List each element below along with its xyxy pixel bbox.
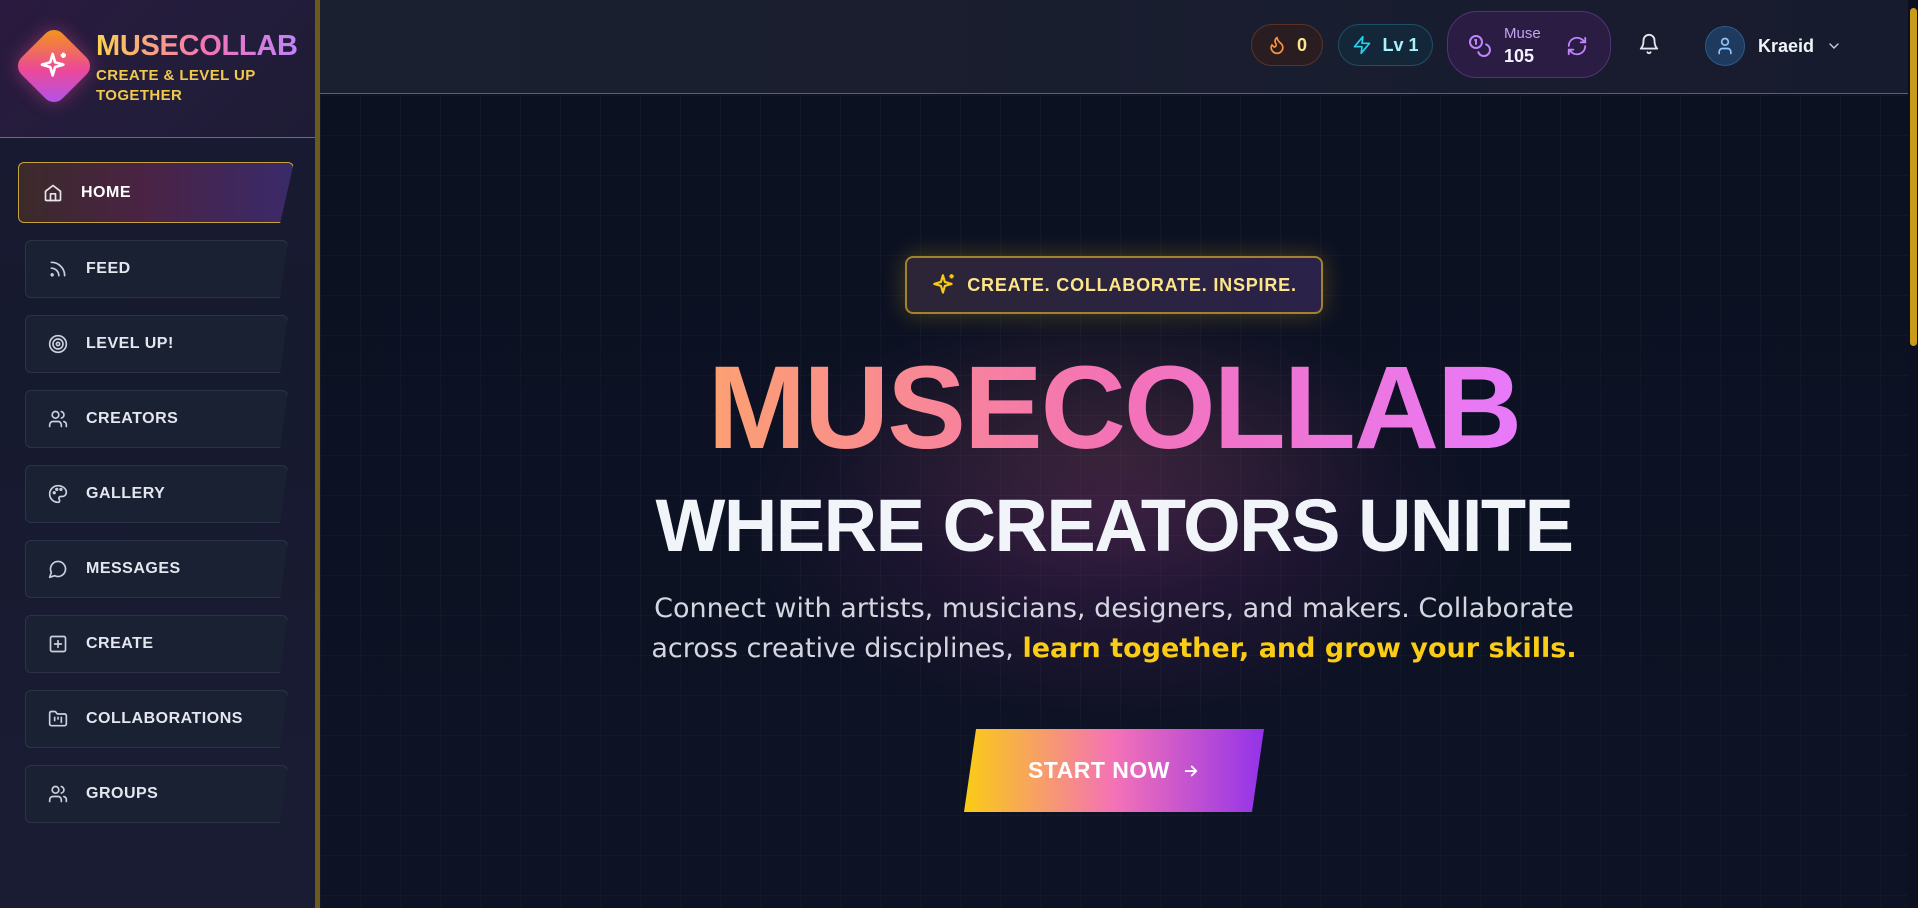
streak-badge[interactable]: 0: [1251, 24, 1323, 66]
start-now-button[interactable]: START NOW: [964, 729, 1264, 812]
avatar: [1705, 26, 1745, 66]
scrollbar-thumb[interactable]: [1910, 8, 1917, 346]
hero-description: Connect with artists, musicians, designe…: [620, 589, 1608, 669]
brand-header[interactable]: MUSECOLLAB CREATE & LEVEL UP TOGETHER: [0, 0, 315, 138]
user-icon: [1718, 37, 1732, 55]
logo-mark: [12, 24, 96, 108]
user-name: Kraeid: [1758, 35, 1815, 56]
message-circle-icon: [48, 560, 67, 579]
sidebar-item-creators[interactable]: CREATORS: [25, 390, 288, 448]
brand-tagline: CREATE & LEVEL UP TOGETHER: [96, 67, 256, 104]
sparkles-icon: [40, 52, 66, 77]
sidebar-item-label: LEVEL UP!: [86, 335, 174, 352]
coins-icon: [1469, 35, 1491, 57]
refresh-icon[interactable]: [1566, 35, 1588, 57]
sidebar-item-label: CREATE: [86, 635, 154, 652]
sidebar-item-level-up[interactable]: LEVEL UP!: [25, 315, 288, 373]
zap-icon: [1354, 35, 1371, 55]
brand-name: MUSECOLLAB: [96, 30, 298, 62]
user-menu[interactable]: Kraeid: [1705, 25, 1842, 67]
rss-icon: [50, 261, 66, 277]
chevron-down-icon: [1829, 43, 1839, 49]
sidebar-nav: HOME FEED LEVEL UP! CREATORS GALLERY MES…: [18, 162, 294, 840]
arrow-right-icon: [1184, 765, 1198, 776]
hero-title: MUSECOLLAB: [320, 343, 1908, 473]
sidebar-item-gallery[interactable]: GALLERY: [25, 465, 288, 523]
home-icon: [44, 184, 62, 201]
streak-count: 0: [1296, 34, 1307, 55]
start-now-label: START NOW: [1027, 757, 1171, 783]
sidebar: MUSECOLLAB CREATE & LEVEL UP TOGETHER HO…: [0, 0, 320, 908]
sidebar-item-groups[interactable]: GROUPS: [25, 765, 288, 823]
palette-icon: [48, 484, 68, 504]
hero-section: CREATE. COLLABORATE. INSPIRE. MUSECOLLAB…: [320, 95, 1908, 908]
sidebar-item-label: CREATORS: [86, 410, 179, 427]
flame-icon: [1270, 36, 1284, 55]
target-icon: [48, 334, 68, 354]
sidebar-item-messages[interactable]: MESSAGES: [25, 540, 288, 598]
sparkles-icon: [933, 274, 954, 294]
level-label: Lv 1: [1382, 34, 1419, 55]
sidebar-item-create[interactable]: CREATE: [25, 615, 288, 673]
muse-value: 105: [1504, 46, 1535, 66]
users-icon: [48, 410, 68, 428]
sidebar-item-collaborations[interactable]: COLLABORATIONS: [25, 690, 288, 748]
sidebar-item-label: HOME: [81, 183, 131, 201]
sidebar-item-label: GROUPS: [86, 785, 159, 802]
hero-description-highlight: learn together, and grow your skills.: [1022, 633, 1577, 664]
sidebar-item-label: FEED: [86, 260, 131, 277]
top-header: 0 Lv 1 Muse 105 Kraeid: [320, 0, 1908, 94]
sidebar-item-label: MESSAGES: [86, 560, 181, 577]
level-badge[interactable]: Lv 1: [1338, 24, 1433, 66]
muse-balance[interactable]: Muse 105: [1447, 11, 1611, 78]
hero-badge: CREATE. COLLABORATE. INSPIRE.: [905, 256, 1323, 314]
bell-icon[interactable]: [1638, 33, 1660, 55]
plus-square-icon: [49, 635, 67, 653]
sidebar-item-label: GALLERY: [86, 485, 166, 502]
group-icon: [48, 785, 68, 803]
muse-label: Muse: [1504, 25, 1541, 42]
hero-subtitle: WHERE CREATORS UNITE: [655, 484, 1574, 567]
sidebar-item-label: COLLABORATIONS: [86, 710, 243, 727]
sidebar-item-home[interactable]: HOME: [18, 162, 294, 223]
hero-badge-text: CREATE. COLLABORATE. INSPIRE.: [967, 274, 1297, 295]
folder-kanban-icon: [48, 710, 68, 727]
sidebar-item-feed[interactable]: FEED: [25, 240, 288, 298]
